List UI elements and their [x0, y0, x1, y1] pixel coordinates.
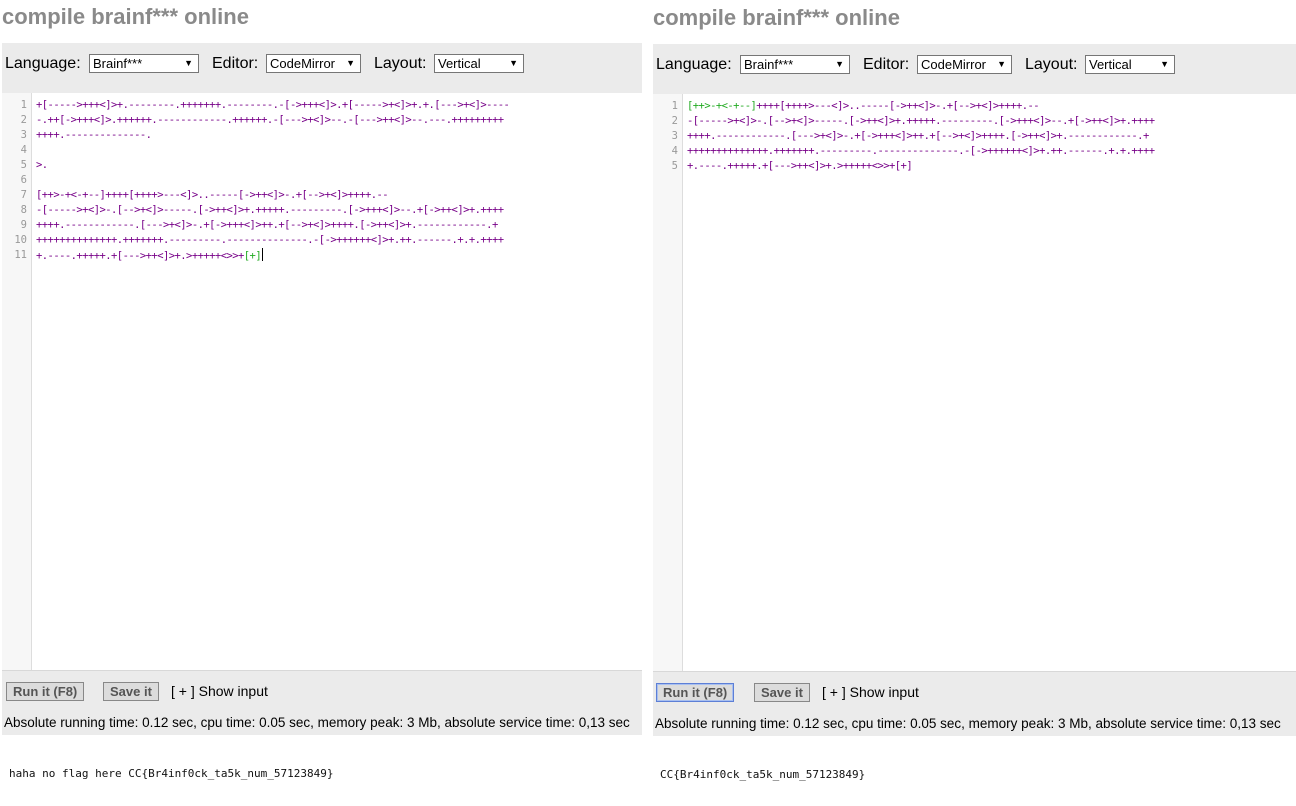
code-line: ++++.------------.[--->+<]>-.+[->+++<]>+…: [687, 130, 1149, 142]
save-button[interactable]: Save it: [754, 683, 810, 702]
chevron-down-icon: ▼: [184, 58, 193, 68]
matched-bracket-segment: [+]: [243, 250, 262, 262]
code-line-text: +.----.+++++.+[--->++<]>+.>+++++<>>+: [36, 250, 244, 262]
right-compiler-panel: compile brainf*** online Language: Brain…: [653, 0, 1296, 806]
layout-select-value: Vertical: [438, 56, 481, 71]
show-input-toggle[interactable]: [ + ] Show input: [171, 683, 268, 699]
line-number-gutter: 1 2 3 4 5: [653, 94, 683, 671]
execution-stats: Absolute running time: 0.12 sec, cpu tim…: [655, 716, 1281, 731]
chevron-down-icon: ▼: [346, 58, 355, 68]
line-number-gutter: 1 2 3 4 5 6 7 8 9 10 11: [2, 93, 32, 670]
code-line: ++++.------------.[--->+<]>-.+[->+++<]>+…: [36, 219, 498, 231]
code-line-last: +.----.+++++.+[--->++<]>+.>+++++<>>+[+]: [36, 248, 264, 263]
layout-select-value: Vertical: [1089, 57, 1132, 72]
language-select[interactable]: Brainf*** ▼: [89, 54, 199, 73]
line-number: 6: [20, 174, 27, 186]
run-button[interactable]: Run it (F8): [656, 683, 735, 702]
editor-select[interactable]: CodeMirror ▼: [266, 54, 361, 73]
run-bar: Run it (F8) Save it [ + ] Show input Abs…: [653, 672, 1296, 736]
code-line: ++++++++++++++.+++++++.---------.-------…: [36, 234, 504, 246]
line-number: 7: [20, 189, 27, 201]
line-number: 4: [671, 145, 678, 157]
code-line: +.----.+++++.+[--->++<]>+.>+++++<>>+[+]: [687, 160, 913, 172]
layout-label: Layout:: [1025, 56, 1078, 73]
line-number: 9: [20, 219, 27, 231]
layout-label: Layout:: [374, 55, 427, 72]
line-number: 5: [671, 160, 678, 172]
line-number: 8: [20, 204, 27, 216]
line-number: 2: [20, 114, 27, 126]
layout-select[interactable]: Vertical ▼: [434, 54, 524, 73]
program-output: CC{Br4inf0ck_ta5k_num_57123849}: [660, 768, 866, 781]
chevron-down-icon: ▼: [509, 58, 518, 68]
line-number: 2: [671, 115, 678, 127]
chevron-down-icon: ▼: [835, 59, 844, 69]
run-bar: Run it (F8) Save it [ + ] Show input Abs…: [2, 671, 642, 735]
line-number: 10: [14, 234, 27, 246]
code-line-first: [++>-+<-+--]++++[++++>---<]>..-----[->++…: [687, 99, 1040, 114]
page-title: compile brainf*** online: [653, 5, 900, 30]
line-number: 5: [20, 159, 27, 171]
language-select-value: Brainf***: [93, 56, 143, 71]
code-line: >.: [36, 159, 48, 171]
matched-bracket-segment: [++>-+<-+--]: [687, 100, 757, 112]
editor-label: Editor:: [863, 56, 910, 73]
code-editor[interactable]: 1 2 3 4 5 [++>-+<-+--]++++[++++>---<]>..…: [653, 94, 1296, 672]
editor-select-value: CodeMirror: [270, 56, 336, 71]
code-line: -.++[->+++<]>.++++++.------------.++++++…: [36, 114, 504, 126]
program-output: haha no flag here CC{Br4inf0ck_ta5k_num_…: [9, 767, 334, 780]
line-number: 4: [20, 144, 27, 156]
settings-toolbar: Language: Brainf*** ▼ Editor: CodeMirror…: [2, 43, 642, 93]
chevron-down-icon: ▼: [997, 59, 1006, 69]
line-number: 3: [671, 130, 678, 142]
page-title: compile brainf*** online: [2, 4, 249, 29]
line-number: 3: [20, 129, 27, 141]
code-line: -[----->+<]>-.[-->+<]>-----.[->++<]>+.++…: [36, 204, 504, 216]
line-number: 1: [671, 100, 678, 112]
editor-select-value: CodeMirror: [921, 57, 987, 72]
editor-label: Editor:: [212, 55, 259, 72]
settings-toolbar: Language: Brainf*** ▼ Editor: CodeMirror…: [653, 44, 1296, 94]
code-line-text: ++++[++++>---<]>..-----[->++<]>-.+[-->+<…: [756, 100, 1040, 112]
language-label: Language:: [5, 55, 81, 72]
layout-select[interactable]: Vertical ▼: [1085, 55, 1175, 74]
language-label: Language:: [656, 56, 732, 73]
code-editor[interactable]: 1 2 3 4 5 6 7 8 9 10 11 +[----->+++<]>+.…: [2, 93, 642, 671]
language-select-value: Brainf***: [744, 57, 794, 72]
execution-stats: Absolute running time: 0.12 sec, cpu tim…: [4, 715, 630, 730]
chevron-down-icon: ▼: [1160, 59, 1169, 69]
run-button[interactable]: Run it (F8): [6, 682, 85, 701]
language-select[interactable]: Brainf*** ▼: [740, 55, 850, 74]
line-number: 11: [14, 249, 27, 261]
show-input-toggle[interactable]: [ + ] Show input: [822, 684, 919, 700]
code-line: [++>-+<-+--]++++[++++>---<]>..-----[->++…: [36, 189, 389, 201]
code-line: -[----->+<]>-.[-->+<]>-----.[->++<]>+.++…: [687, 115, 1155, 127]
save-button[interactable]: Save it: [103, 682, 159, 701]
editor-select[interactable]: CodeMirror ▼: [917, 55, 1012, 74]
code-line: ++++.--------------.: [36, 129, 152, 141]
text-cursor: [262, 248, 264, 261]
line-number: 1: [20, 99, 27, 111]
code-line: ++++++++++++++.+++++++.---------.-------…: [687, 145, 1155, 157]
left-compiler-panel: compile brainf*** online Language: Brain…: [2, 0, 642, 806]
code-line: +[----->+++<]>+.--------.+++++++.-------…: [36, 99, 510, 111]
